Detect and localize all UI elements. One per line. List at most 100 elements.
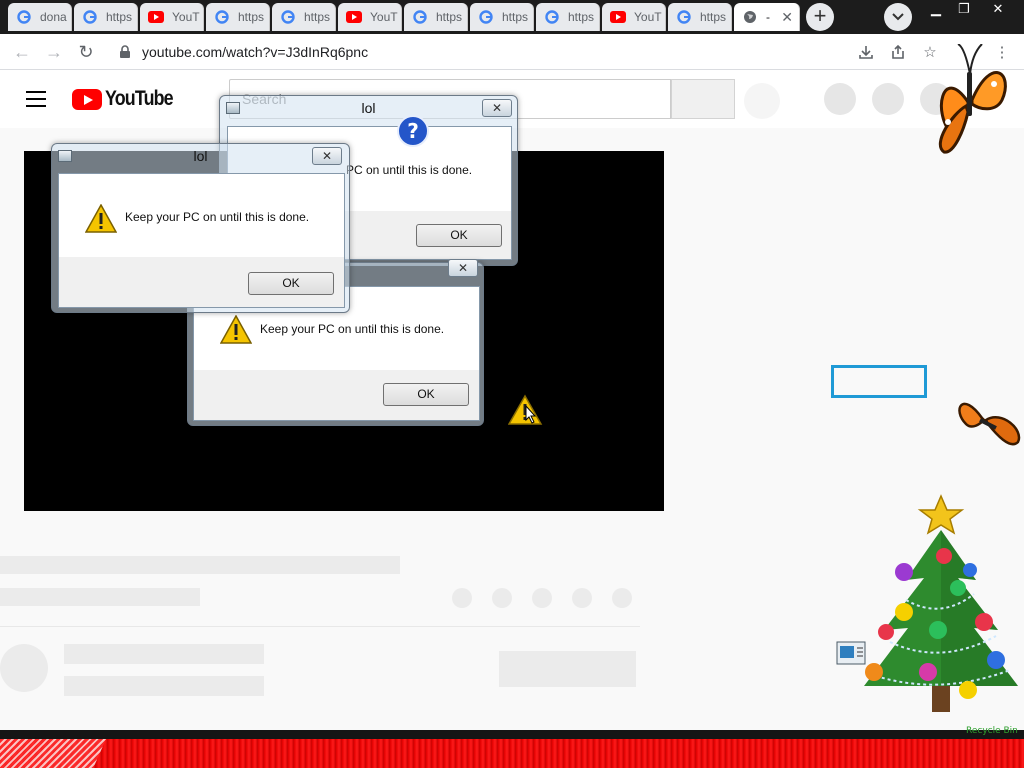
google-icon	[82, 9, 98, 25]
tab-strip: dona https YouT https https YouT https h…	[0, 0, 1024, 34]
tab-label: https	[502, 10, 529, 24]
browser-tab[interactable]: YouT	[140, 3, 204, 31]
create-button[interactable]	[824, 83, 856, 115]
skeleton-subscribers	[64, 676, 264, 696]
warning-icon	[220, 315, 252, 344]
google-icon	[16, 9, 32, 25]
google-icon	[412, 9, 428, 25]
dialog-message: Keep your PC on until this is done.	[125, 210, 310, 224]
dialog-close-button[interactable]: ✕	[312, 147, 342, 165]
google-icon	[214, 9, 230, 25]
skeleton-subscribe-button	[499, 651, 636, 687]
address-bar[interactable]: youtube.com/watch?v=J3dInRq6pnc	[108, 39, 948, 65]
tab-search-button[interactable]	[884, 3, 912, 31]
browser-toolbar: ← → ↻ youtube.com/watch?v=J3dInRq6pnc ☆ …	[0, 34, 1024, 70]
dialog-body: Keep your PC on until this is done. OK	[58, 173, 345, 308]
youtube-search-button[interactable]	[671, 79, 735, 119]
question-icon: ?	[397, 115, 429, 147]
warning-icon	[85, 204, 117, 233]
google-icon	[478, 9, 494, 25]
christmas-tree-icon	[864, 494, 1018, 712]
ok-button[interactable]: OK	[416, 224, 502, 247]
lock-icon[interactable]	[118, 45, 132, 59]
ok-button[interactable]: OK	[383, 383, 469, 406]
screen: dona https YouT https https YouT https h…	[0, 0, 1024, 768]
google-icon	[676, 9, 692, 25]
tab-label: YouT	[172, 10, 200, 24]
voice-search-button[interactable]	[744, 83, 780, 119]
browser-tab[interactable]: https	[404, 3, 468, 31]
reload-button[interactable]: ↻	[74, 40, 98, 64]
svg-text:?: ?	[407, 119, 419, 143]
skeleton-title	[0, 556, 400, 574]
browser-tab[interactable]: https	[668, 3, 732, 31]
tab-label: https	[436, 10, 463, 24]
skeleton-channel-name	[64, 644, 264, 664]
browser-tab[interactable]: https	[74, 3, 138, 31]
chevron-down-icon	[892, 13, 904, 21]
message-dialog[interactable]: lol ✕ Keep your PC on until this is done…	[51, 143, 350, 313]
forward-button[interactable]: →	[42, 40, 66, 64]
recycle-bin-label[interactable]: Recycle Bin	[966, 726, 1018, 736]
browser-tab[interactable]: https	[536, 3, 600, 31]
selection-rectangle	[831, 365, 927, 398]
divider	[0, 626, 640, 627]
youtube-icon	[148, 9, 164, 25]
google-icon	[544, 9, 560, 25]
close-window-button[interactable]: ✕	[984, 0, 1012, 20]
youtube-icon	[346, 9, 362, 25]
tab-label: -	[766, 10, 770, 24]
browser-tab[interactable]: https	[272, 3, 336, 31]
tab-label: https	[238, 10, 265, 24]
browser-tab-active[interactable]: - ✕	[734, 3, 800, 31]
globe-icon	[742, 9, 758, 25]
new-tab-button[interactable]: +	[806, 3, 834, 31]
tab-label: dona	[40, 10, 67, 24]
back-button[interactable]: ←	[10, 40, 34, 64]
dialog-message: Keep your PC on until this is done.	[260, 322, 445, 336]
tab-label: https	[568, 10, 595, 24]
start-button[interactable]	[0, 739, 106, 768]
tab-label: YouT	[370, 10, 398, 24]
browser-tab[interactable]: https	[470, 3, 534, 31]
skeleton-subtitle	[0, 588, 200, 606]
dialog-title: lol	[361, 100, 376, 116]
desktop-computer-icon[interactable]	[836, 640, 870, 670]
skeleton-action	[452, 588, 472, 608]
youtube-logo[interactable]: YouTube	[72, 87, 185, 111]
skeleton-channel-avatar	[0, 644, 48, 692]
tab-label: YouT	[634, 10, 662, 24]
tab-label: https	[700, 10, 727, 24]
skeleton-action	[572, 588, 592, 608]
dialog-message: PC on until this is done.	[346, 163, 473, 177]
butterfly-icon	[958, 402, 1021, 446]
browser-tab[interactable]: https	[206, 3, 270, 31]
skeleton-action	[492, 588, 512, 608]
minimize-button[interactable]: ▁	[922, 0, 950, 20]
skeleton-action	[532, 588, 552, 608]
close-tab-icon[interactable]: ✕	[781, 9, 793, 26]
install-icon[interactable]	[856, 42, 876, 62]
hamburger-menu-icon[interactable]	[26, 91, 46, 107]
ok-button[interactable]: OK	[248, 272, 334, 295]
browser-tab[interactable]: YouT	[602, 3, 666, 31]
google-icon	[280, 9, 296, 25]
skeleton-action	[612, 588, 632, 608]
warning-cursor-icon	[508, 394, 543, 425]
browser-tab[interactable]: YouT	[338, 3, 402, 31]
youtube-icon	[610, 9, 626, 25]
dialog-close-button[interactable]: ✕	[482, 99, 512, 117]
dialog-title: lol	[193, 148, 208, 164]
url-text[interactable]: youtube.com/watch?v=J3dInRq6pnc	[142, 44, 368, 60]
notifications-button[interactable]	[872, 83, 904, 115]
butterfly-icon	[938, 44, 1007, 154]
browser-tab[interactable]: dona	[8, 3, 72, 31]
tab-label: https	[304, 10, 331, 24]
youtube-wordmark: YouTube	[105, 87, 174, 110]
youtube-play-icon	[72, 88, 102, 110]
tab-label: https	[106, 10, 133, 24]
dialog-close-button[interactable]: ✕	[448, 259, 478, 277]
restore-button[interactable]: ❐	[950, 0, 978, 20]
share-icon[interactable]	[888, 42, 908, 62]
taskbar-glitch	[0, 739, 1024, 768]
